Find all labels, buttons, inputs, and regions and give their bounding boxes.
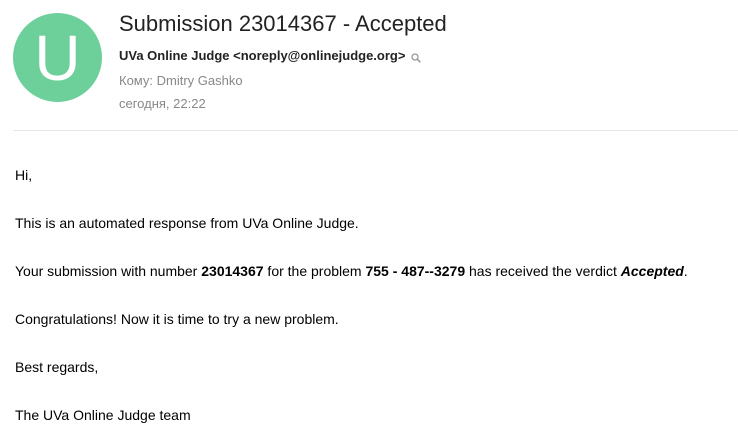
verdict-end: . — [683, 263, 688, 279]
submission-number: 23014367 — [201, 263, 264, 279]
problem-name: 755 - 487--3279 — [365, 263, 466, 279]
closing-text: Best regards, — [15, 359, 99, 375]
verdict-value: Accepted — [620, 263, 684, 279]
email-sender[interactable]: UVa Online Judge <noreply@onlinejudge.or… — [119, 48, 422, 63]
intro-text: This is an automated response from UVa O… — [15, 215, 359, 231]
sender-address[interactable]: UVa Online Judge <noreply@onlinejudge.or… — [119, 48, 405, 63]
email-body: Hi, This is an automated response from U… — [15, 167, 688, 423]
email-recipient: Кому: Dmitry Gashko — [119, 73, 243, 88]
verdict-prefix: Your submission with number — [15, 263, 202, 279]
email-date: сегодня, 22:22 — [119, 96, 206, 111]
greeting-text: Hi, — [15, 167, 33, 183]
search-icon[interactable] — [411, 51, 422, 63]
avatar-letter: U — [34, 21, 81, 94]
verdict-middle: for the problem — [263, 263, 366, 279]
verdict-text: Your submission with number 23014367 for… — [15, 263, 688, 279]
congrats-text: Congratulations! Now it is time to try a… — [15, 311, 339, 327]
verdict-suffix: has received the verdict — [465, 263, 621, 279]
header-divider — [13, 130, 738, 131]
email-subject: Submission 23014367 - Accepted — [119, 11, 447, 36]
sender-avatar: U — [13, 13, 102, 102]
signature-text: The UVa Online Judge team — [15, 407, 191, 423]
